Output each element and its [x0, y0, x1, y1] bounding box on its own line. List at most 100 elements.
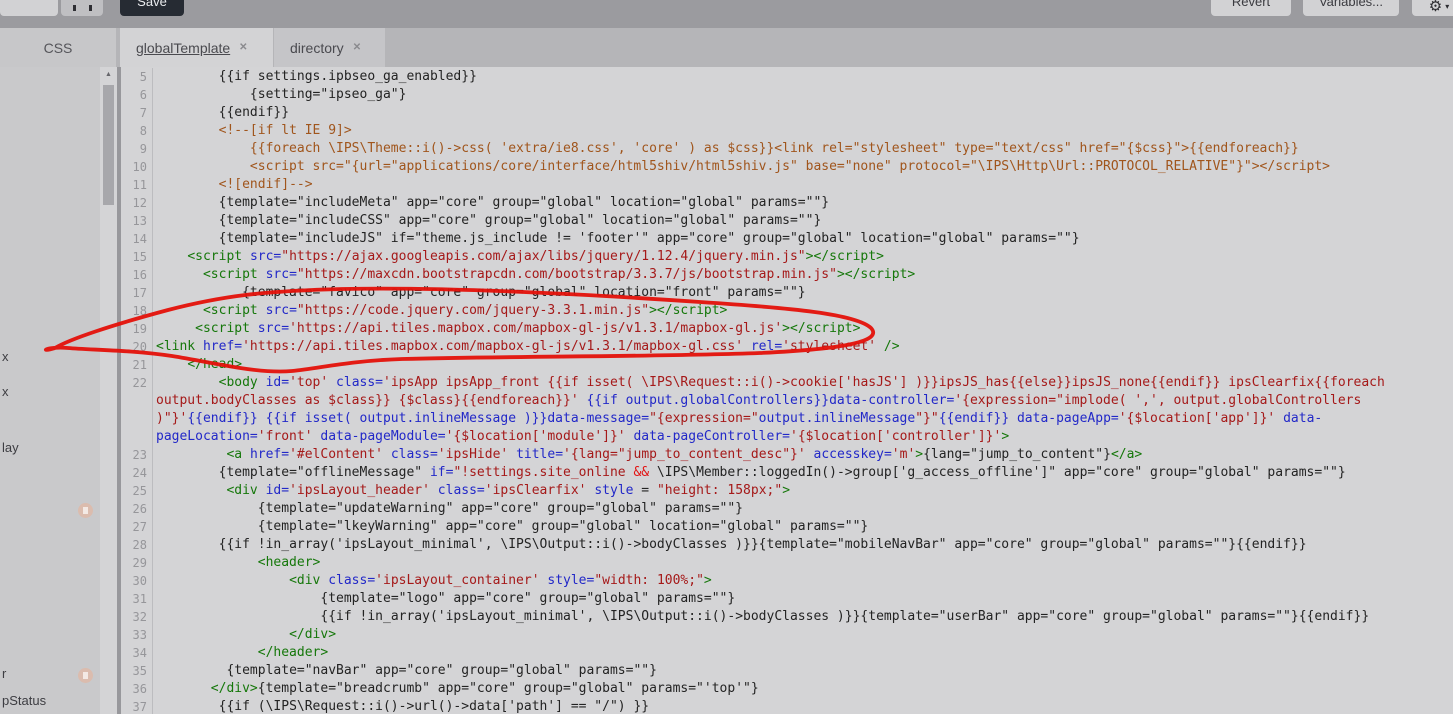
variables-button-label: Variables... [1319, 0, 1383, 9]
tab-directory[interactable]: directory ✕ [274, 28, 385, 67]
code-text[interactable]: <header> [153, 554, 1453, 572]
code-text[interactable]: <body id='top' class='ipsApp ipsApp_fron… [153, 374, 1453, 446]
code-line-11[interactable]: 11 <![endif]--> [121, 176, 1453, 194]
sidebar-section-css[interactable]: CSS [0, 28, 116, 67]
revert-button-label: Revert [1232, 0, 1270, 9]
code-text[interactable]: <![endif]--> [153, 176, 1453, 194]
code-line-18[interactable]: 18 <script src="https://code.jquery.com/… [121, 302, 1453, 320]
code-text[interactable]: <script src='https://api.tiles.mapbox.co… [153, 320, 1453, 338]
code-line-26[interactable]: 26 {template="updateWarning" app="core" … [121, 500, 1453, 518]
code-line-32[interactable]: 32 {{if !in_array('ipsLayout_minimal', \… [121, 608, 1453, 626]
code-line-23[interactable]: 23 <a href='#elContent' class='ipsHide' … [121, 446, 1453, 464]
code-line-16[interactable]: 16 <script src="https://maxcdn.bootstrap… [121, 266, 1453, 284]
code-text[interactable]: {setting="ipseo_ga"} [153, 86, 1453, 104]
code-line-36[interactable]: 36 </div>{template="breadcrumb" app="cor… [121, 680, 1453, 698]
top-toolbar: Save Revert Variables... ⚙ ▾ [0, 0, 1453, 28]
code-text[interactable]: {{if !in_array('ipsLayout_minimal', \IPS… [153, 536, 1453, 554]
toolbar-back-button[interactable] [0, 0, 58, 16]
tab-label: globalTemplate [136, 40, 230, 56]
code-text[interactable]: {template="includeJS" if="theme.js_inclu… [153, 230, 1453, 248]
code-line-9[interactable]: 9 {{foreach \IPS\Theme::i()->css( 'extra… [121, 140, 1453, 158]
code-line-6[interactable]: 6 {setting="ipseo_ga"} [121, 86, 1453, 104]
code-text[interactable]: {template="includeCSS" app="core" group=… [153, 212, 1453, 230]
tab-globaltemplate[interactable]: globalTemplate ✕ [120, 28, 273, 67]
code-editor[interactable]: 5 {{if settings.ipbseo_ga_enabled}}6 {se… [121, 67, 1453, 714]
line-number: 12 [121, 194, 153, 212]
code-line-13[interactable]: 13 {template="includeCSS" app="core" gro… [121, 212, 1453, 230]
code-text[interactable]: <div id='ipsLayout_header' class='ipsCle… [153, 482, 1453, 500]
code-line-31[interactable]: 31 {template="logo" app="core" group="gl… [121, 590, 1453, 608]
sidebar-item[interactable]: lay [2, 440, 19, 455]
close-icon[interactable]: ✕ [353, 43, 361, 53]
code-text[interactable]: {{if !in_array('ipsLayout_minimal', \IPS… [153, 608, 1453, 626]
code-text[interactable]: <script src="https://maxcdn.bootstrapcdn… [153, 266, 1453, 284]
line-number: 37 [121, 698, 153, 714]
tab-label: directory [290, 40, 344, 56]
code-line-27[interactable]: 27 {template="lkeyWarning" app="core" gr… [121, 518, 1453, 536]
code-text[interactable]: <script src="{url="applications/core/int… [153, 158, 1453, 176]
save-button[interactable]: Save [120, 0, 184, 16]
code-text[interactable]: {{foreach \IPS\Theme::i()->css( 'extra/i… [153, 140, 1453, 158]
code-text[interactable]: <link href='https://api.tiles.mapbox.com… [153, 338, 1453, 356]
code-line-28[interactable]: 28 {{if !in_array('ipsLayout_minimal', \… [121, 536, 1453, 554]
line-number: 34 [121, 644, 153, 662]
code-text[interactable]: </div>{template="breadcrumb" app="core" … [153, 680, 1453, 698]
code-text[interactable]: {template="navBar" app="core" group="glo… [153, 662, 1453, 680]
code-text[interactable]: </header> [153, 644, 1453, 662]
line-number: 11 [121, 176, 153, 194]
code-line-12[interactable]: 12 {template="includeMeta" app="core" gr… [121, 194, 1453, 212]
code-line-17[interactable]: 17 {template="favico" app="core" group="… [121, 284, 1453, 302]
template-sidebar: x x lay r pStatus [0, 67, 100, 714]
toolbar-history-button[interactable] [61, 0, 103, 16]
code-text[interactable]: <script src="https://ajax.googleapis.com… [153, 248, 1453, 266]
code-text[interactable]: </head> [153, 356, 1453, 374]
sidebar-item[interactable]: x [2, 349, 9, 364]
code-text[interactable]: {{endif}} [153, 104, 1453, 122]
code-text[interactable]: {template="lkeyWarning" app="core" group… [153, 518, 1453, 536]
code-line-24[interactable]: 24 {template="offlineMessage" if="!setti… [121, 464, 1453, 482]
code-text[interactable]: <a href='#elContent' class='ipsHide' tit… [153, 446, 1453, 464]
code-line-22[interactable]: 22 <body id='top' class='ipsApp ipsApp_f… [121, 374, 1453, 446]
line-number: 31 [121, 590, 153, 608]
code-line-29[interactable]: 29 <header> [121, 554, 1453, 572]
sidebar-item[interactable]: x [2, 384, 9, 399]
code-line-15[interactable]: 15 <script src="https://ajax.googleapis.… [121, 248, 1453, 266]
code-line-25[interactable]: 25 <div id='ipsLayout_header' class='ips… [121, 482, 1453, 500]
code-text[interactable]: {template="updateWarning" app="core" gro… [153, 500, 1453, 518]
code-line-21[interactable]: 21 </head> [121, 356, 1453, 374]
scroll-up-icon[interactable]: ▲ [100, 71, 117, 78]
code-line-5[interactable]: 5 {{if settings.ipbseo_ga_enabled}} [121, 68, 1453, 86]
code-line-37[interactable]: 37 {{if (\IPS\Request::i()->url()->data[… [121, 698, 1453, 714]
code-text[interactable]: <!--[if lt IE 9]> [153, 122, 1453, 140]
code-line-35[interactable]: 35 {template="navBar" app="core" group="… [121, 662, 1453, 680]
code-line-33[interactable]: 33 </div> [121, 626, 1453, 644]
code-text[interactable]: {{if (\IPS\Request::i()->url()->data['pa… [153, 698, 1453, 714]
code-line-19[interactable]: 19 <script src='https://api.tiles.mapbox… [121, 320, 1453, 338]
code-text[interactable]: {template="offlineMessage" if="!settings… [153, 464, 1453, 482]
settings-button[interactable]: ⚙ ▾ [1412, 0, 1453, 16]
code-text[interactable]: {template="includeMeta" app="core" group… [153, 194, 1453, 212]
code-text[interactable]: <script src="https://code.jquery.com/jqu… [153, 302, 1453, 320]
variables-button[interactable]: Variables... [1303, 0, 1399, 16]
line-number: 10 [121, 158, 153, 176]
code-line-7[interactable]: 7 {{endif}} [121, 104, 1453, 122]
line-number: 5 [121, 68, 153, 86]
code-text[interactable]: {template="favico" app="core" group="glo… [153, 284, 1453, 302]
code-line-30[interactable]: 30 <div class='ipsLayout_container' styl… [121, 572, 1453, 590]
close-icon[interactable]: ✕ [239, 43, 247, 53]
revert-button[interactable]: Revert [1211, 0, 1291, 16]
code-line-14[interactable]: 14 {template="includeJS" if="theme.js_in… [121, 230, 1453, 248]
code-line-34[interactable]: 34 </header> [121, 644, 1453, 662]
code-text[interactable]: {template="logo" app="core" group="globa… [153, 590, 1453, 608]
sidebar-scrollbar[interactable]: ▲ [100, 67, 117, 714]
line-number: 19 [121, 320, 153, 338]
scrollbar-thumb[interactable] [103, 85, 114, 205]
code-line-10[interactable]: 10 <script src="{url="applications/core/… [121, 158, 1453, 176]
code-line-20[interactable]: 20<link href='https://api.tiles.mapbox.c… [121, 338, 1453, 356]
code-text[interactable]: <div class='ipsLayout_container' style="… [153, 572, 1453, 590]
sidebar-item[interactable]: r [2, 666, 6, 681]
sidebar-item[interactable]: pStatus [2, 693, 46, 708]
code-text[interactable]: {{if settings.ipbseo_ga_enabled}} [153, 68, 1453, 86]
code-line-8[interactable]: 8 <!--[if lt IE 9]> [121, 122, 1453, 140]
code-text[interactable]: </div> [153, 626, 1453, 644]
